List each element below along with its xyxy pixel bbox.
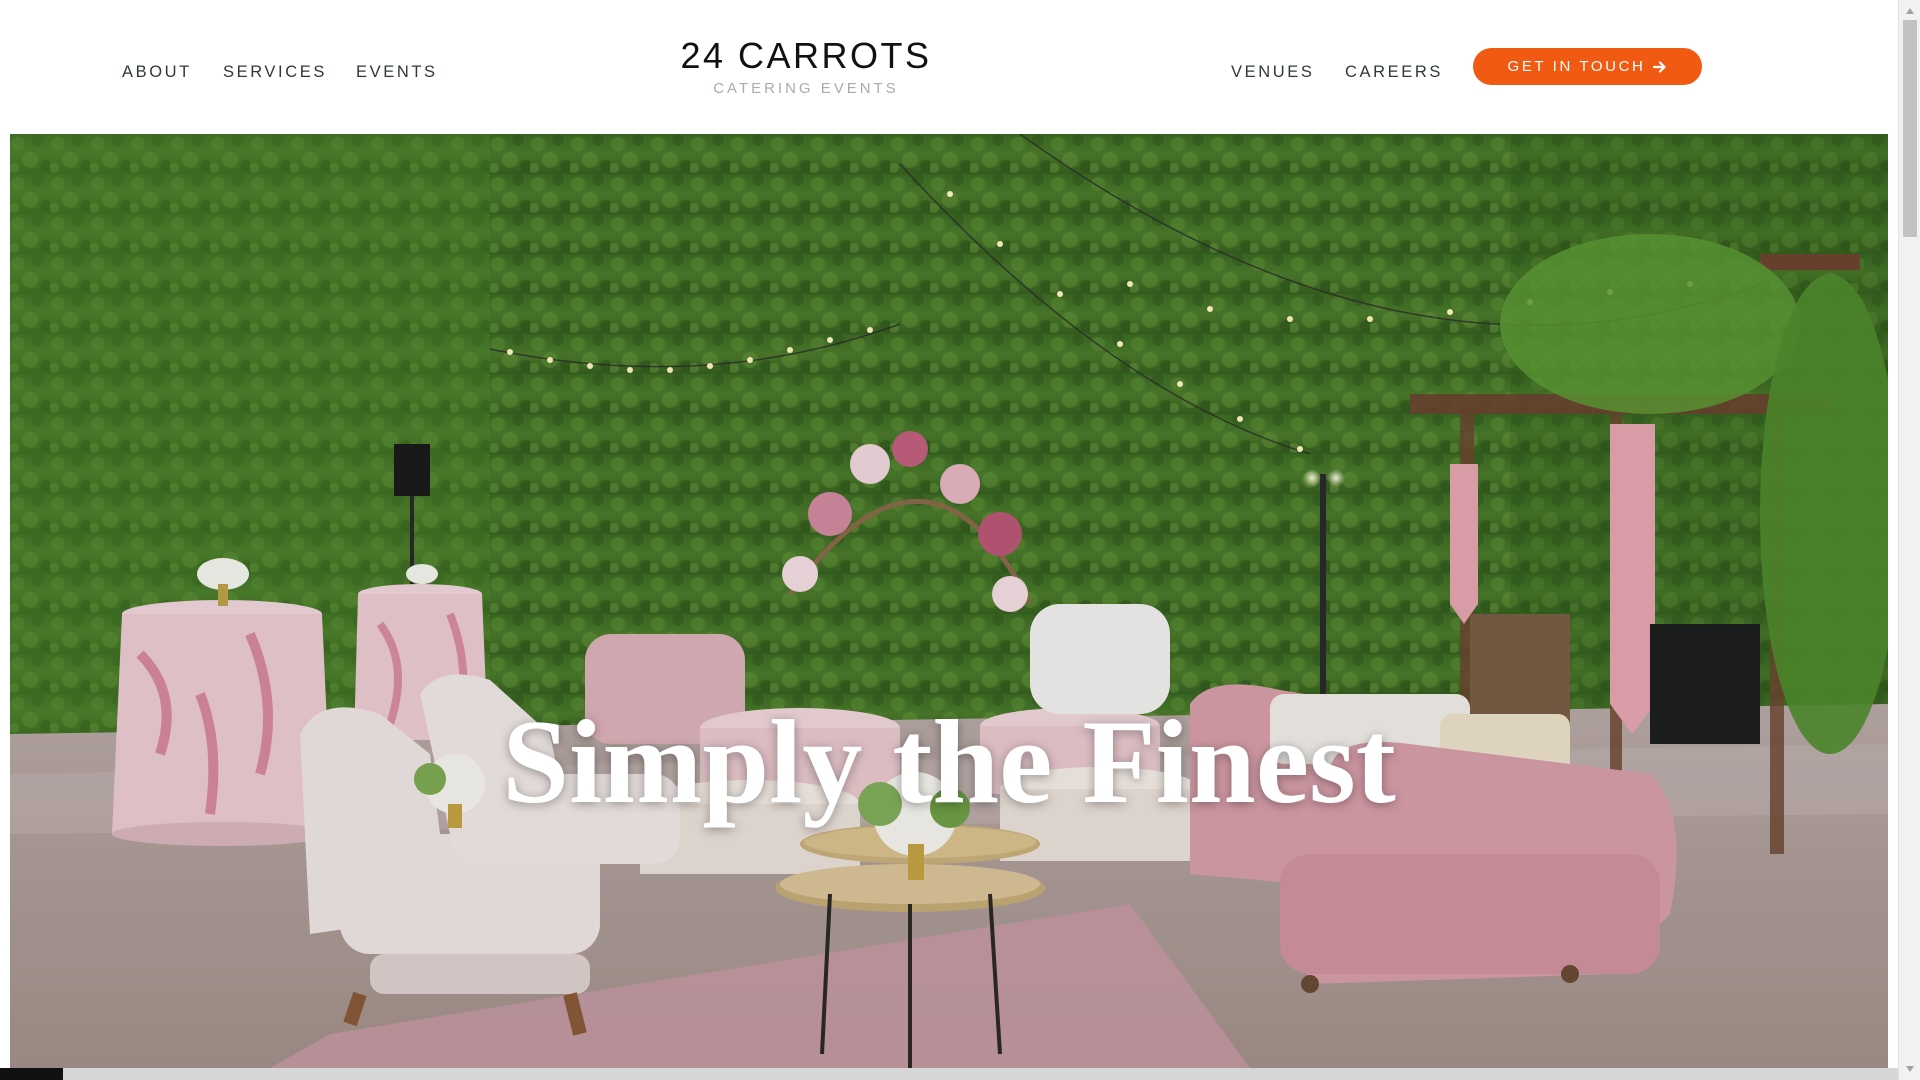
video-progress-fill xyxy=(0,1068,63,1080)
site-header: ABOUT SERVICES EVENTS 24 CARROTS CATERIN… xyxy=(0,0,1898,134)
nav-careers[interactable]: CAREERS xyxy=(1345,63,1443,82)
arrow-right-icon xyxy=(1653,60,1667,73)
vertical-scrollbar[interactable] xyxy=(1898,0,1920,1080)
logo-subtitle: CATERING EVENTS xyxy=(713,80,899,97)
page: ABOUT SERVICES EVENTS 24 CARROTS CATERIN… xyxy=(0,0,1920,1080)
nav-venues[interactable]: VENUES xyxy=(1231,63,1314,82)
get-in-touch-label: GET IN TOUCH xyxy=(1507,58,1646,75)
scroll-up-icon[interactable] xyxy=(1899,2,1920,20)
get-in-touch-button[interactable]: GET IN TOUCH xyxy=(1473,48,1702,85)
hero-heading: Simply the Finest xyxy=(502,695,1396,828)
scrollbar-thumb[interactable] xyxy=(1903,20,1917,237)
hero-section: Simply the Finest xyxy=(10,134,1888,1068)
scroll-down-icon[interactable] xyxy=(1899,1060,1920,1078)
video-progress-bar[interactable] xyxy=(0,1068,1898,1080)
hero-photo xyxy=(10,134,1888,1068)
